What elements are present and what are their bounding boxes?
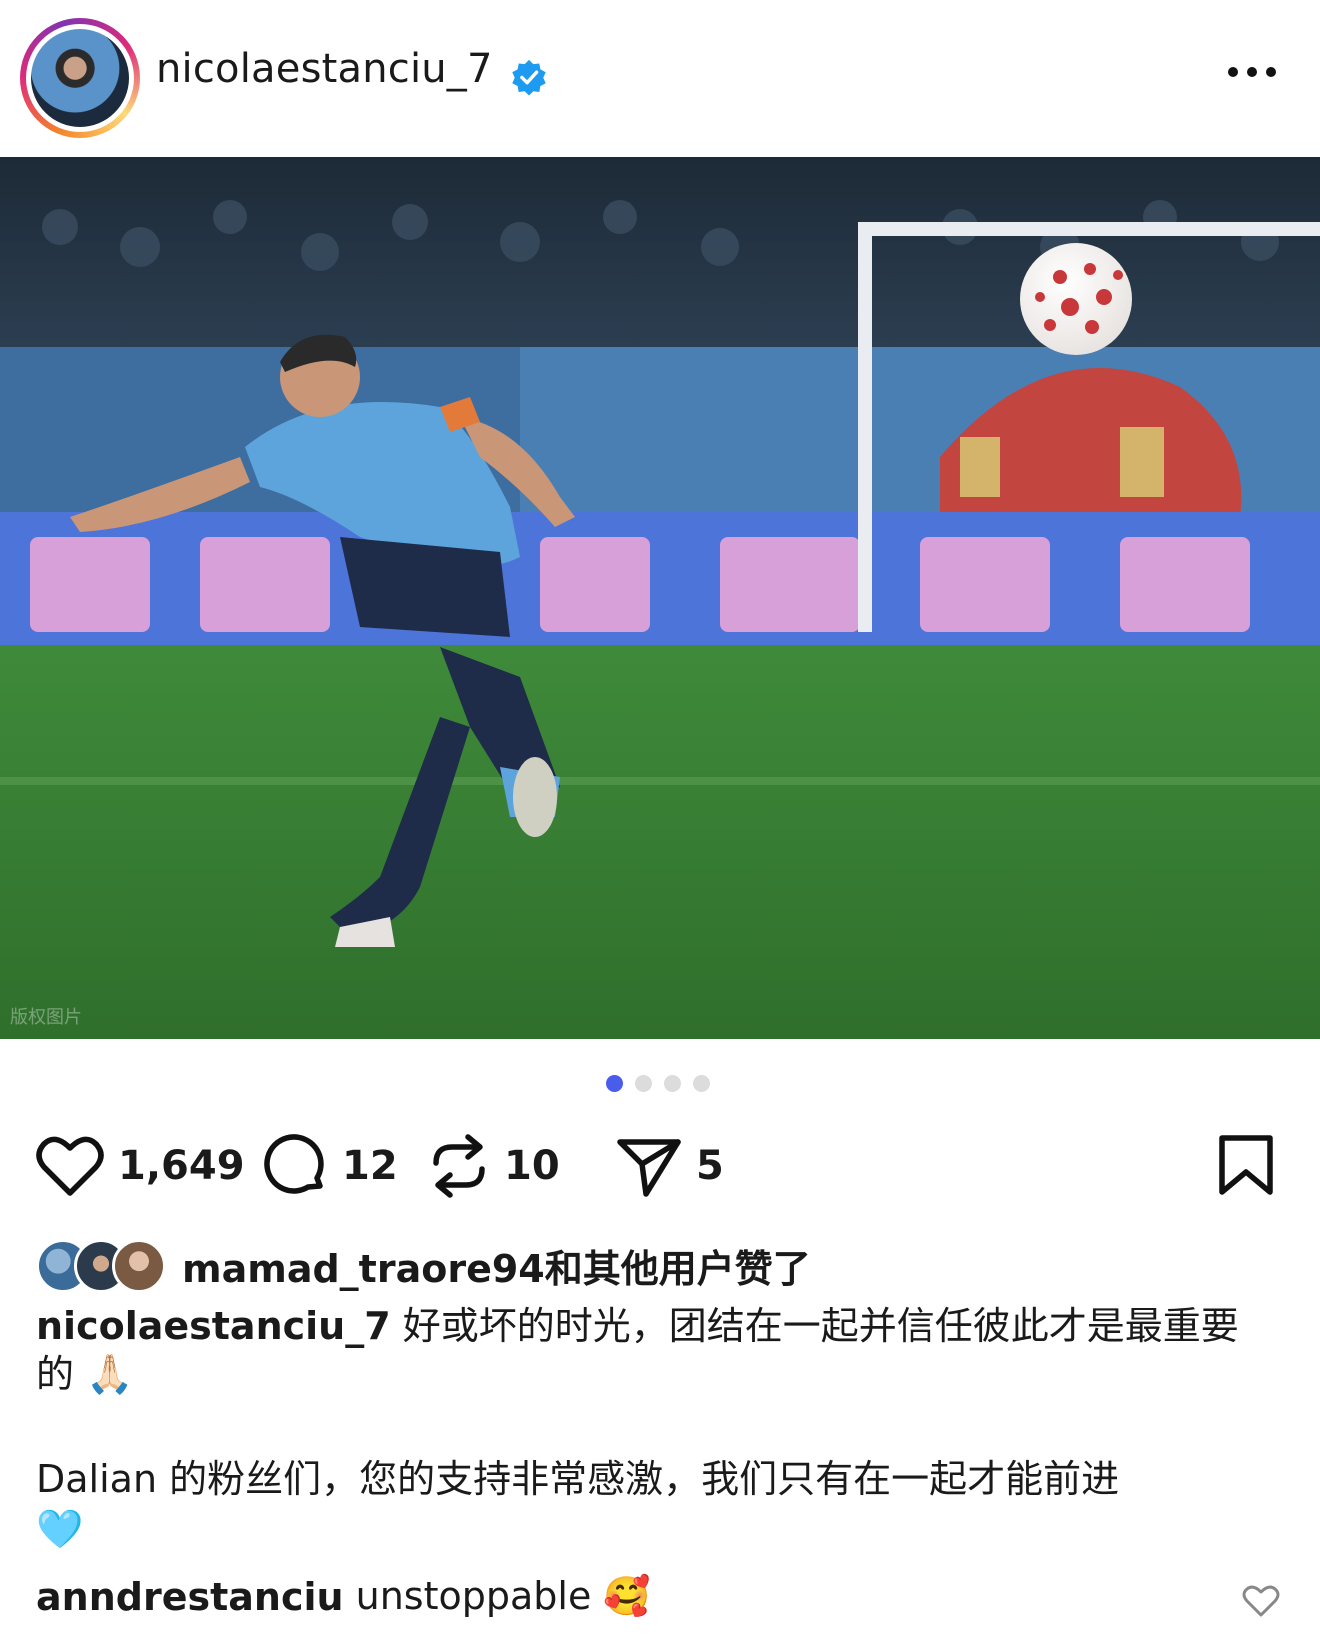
post-caption-continued: Dalian 的粉丝们，您的支持非常感激，我们只有在一起才能前进 🩵 [36, 1455, 1276, 1553]
liked-by-row[interactable]: mamad_traore94和其他用户赞了 [36, 1237, 811, 1293]
verified-badge-icon [512, 59, 546, 96]
photo-watermark: 版权图片 [10, 1007, 82, 1028]
bookmark-icon [1219, 1135, 1273, 1195]
save-button[interactable] [1218, 1132, 1274, 1200]
comment-like-heart-icon[interactable] [1242, 1584, 1280, 1618]
avatar [112, 1239, 166, 1293]
send-icon [617, 1139, 681, 1197]
soccer-player-photo: 版权图片 [0, 157, 1320, 1039]
post-caption: nicolaestanciu_7 好或坏的时光，团结在一起并信任彼此才是最重要的… [36, 1302, 1276, 1398]
post-photo[interactable]: 版权图片 [0, 157, 1320, 1039]
carousel-dot-3[interactable] [664, 1075, 681, 1092]
repost-icon [433, 1134, 485, 1198]
share-button[interactable]: 5 [616, 1132, 724, 1200]
like-button[interactable]: 1,649 [36, 1132, 245, 1200]
like-count: 1,649 [118, 1143, 245, 1189]
liked-by-suffix: 和其他用户赞了 [544, 1246, 811, 1291]
repost-count: 10 [504, 1143, 560, 1189]
comment-username[interactable]: anndrestanciu [36, 1575, 344, 1619]
share-count: 5 [696, 1143, 724, 1189]
post-header: nicolaestanciu_7 [0, 0, 1320, 156]
post-actions: 1,649 12 10 5 [36, 1132, 1286, 1200]
blue-heart-emoji: 🩵 [36, 1507, 84, 1551]
heart-icon [36, 1136, 104, 1196]
repost-button[interactable]: 10 [428, 1132, 560, 1200]
carousel-indicator [606, 1075, 710, 1092]
carousel-dot-1[interactable] [606, 1075, 623, 1092]
caption-username[interactable]: nicolaestanciu_7 [36, 1304, 391, 1348]
avatar-image [31, 29, 129, 127]
comment-count: 12 [342, 1143, 398, 1189]
liked-by-avatars [36, 1237, 168, 1293]
liked-by-username[interactable]: mamad_traore94 [182, 1247, 545, 1291]
more-options-icon[interactable] [1228, 62, 1280, 82]
comment-icon [264, 1134, 324, 1194]
top-comment: anndrestanciu unstoppable 🥰 [36, 1574, 1236, 1619]
carousel-dot-4[interactable] [693, 1075, 710, 1092]
comment-text: unstoppable 🥰 [355, 1574, 651, 1618]
post-username[interactable]: nicolaestanciu_7 [156, 46, 493, 92]
carousel-dot-2[interactable] [635, 1075, 652, 1092]
comment-button[interactable]: 12 [264, 1132, 398, 1200]
caption-text-2: Dalian 的粉丝们，您的支持非常感激，我们只有在一起才能前进 [36, 1457, 1120, 1501]
profile-avatar[interactable] [20, 18, 140, 138]
